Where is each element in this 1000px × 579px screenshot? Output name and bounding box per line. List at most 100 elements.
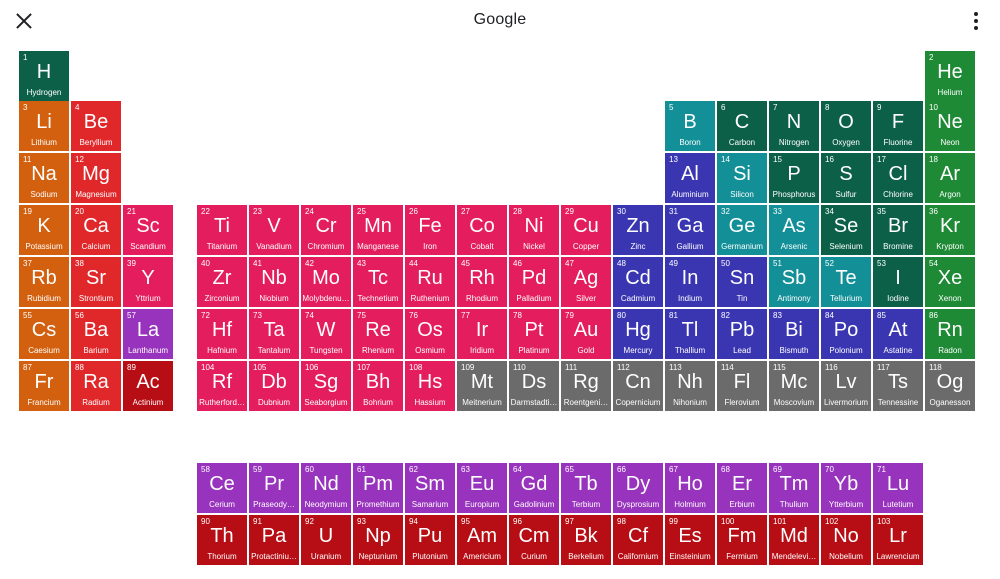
element-tile-roentgeni[interactable]: 111 Rg Roentgeni… [561,361,611,411]
element-tile-titanium[interactable]: 22 Ti Titanium [197,205,247,255]
element-tile-germanium[interactable]: 32 Ge Germanium [717,205,767,255]
element-tile-iodine[interactable]: 53 I Iodine [873,257,923,307]
element-tile-krypton[interactable]: 36 Kr Krypton [925,205,975,255]
element-tile-molybdenu[interactable]: 42 Mo Molybdenu… [301,257,351,307]
element-tile-lutetium[interactable]: 71 Lu Lutetium [873,463,923,513]
element-tile-phosphorus[interactable]: 15 P Phosphorus [769,153,819,203]
element-tile-arsenic[interactable]: 33 As Arsenic [769,205,819,255]
element-tile-lawrencium[interactable]: 103 Lr Lawrencium [873,515,923,565]
element-tile-mercury[interactable]: 80 Hg Mercury [613,309,663,359]
element-tile-silver[interactable]: 47 Ag Silver [561,257,611,307]
element-tile-magnesium[interactable]: 12 Mg Magnesium [71,153,121,203]
element-tile-hassium[interactable]: 108 Hs Hassium [405,361,455,411]
element-tile-zinc[interactable]: 30 Zn Zinc [613,205,663,255]
element-tile-neon[interactable]: 10 Ne Neon [925,101,975,151]
element-tile-lanthanum[interactable]: 57 La Lanthanum [123,309,173,359]
element-tile-radium[interactable]: 88 Ra Radium [71,361,121,411]
element-tile-sodium[interactable]: 11 Na Sodium [19,153,69,203]
element-tile-dysprosium[interactable]: 66 Dy Dysprosium [613,463,663,513]
element-tile-lead[interactable]: 82 Pb Lead [717,309,767,359]
element-tile-fluorine[interactable]: 9 F Fluorine [873,101,923,151]
element-tile-iron[interactable]: 26 Fe Iron [405,205,455,255]
element-tile-tin[interactable]: 50 Sn Tin [717,257,767,307]
element-tile-calcium[interactable]: 20 Ca Calcium [71,205,121,255]
element-tile-potassium[interactable]: 19 K Potassium [19,205,69,255]
element-tile-strontium[interactable]: 38 Sr Strontium [71,257,121,307]
element-tile-zirconium[interactable]: 40 Zr Zirconium [197,257,247,307]
element-tile-silicon[interactable]: 14 Si Silicon [717,153,767,203]
element-tile-curium[interactable]: 96 Cm Curium [509,515,559,565]
element-tile-francium[interactable]: 87 Fr Francium [19,361,69,411]
element-tile-astatine[interactable]: 85 At Astatine [873,309,923,359]
element-tile-gold[interactable]: 79 Au Gold [561,309,611,359]
element-tile-tantalum[interactable]: 73 Ta Tantalum [249,309,299,359]
element-tile-antimony[interactable]: 51 Sb Antimony [769,257,819,307]
element-tile-aluminium[interactable]: 13 Al Aluminium [665,153,715,203]
element-tile-cadmium[interactable]: 48 Cd Cadmium [613,257,663,307]
element-tile-oxygen[interactable]: 8 O Oxygen [821,101,871,151]
element-tile-indium[interactable]: 49 In Indium [665,257,715,307]
element-tile-copper[interactable]: 29 Cu Copper [561,205,611,255]
element-tile-bismuth[interactable]: 83 Bi Bismuth [769,309,819,359]
element-tile-cobalt[interactable]: 27 Co Cobalt [457,205,507,255]
element-tile-rhenium[interactable]: 75 Re Rhenium [353,309,403,359]
element-tile-sulfur[interactable]: 16 S Sulfur [821,153,871,203]
element-tile-thorium[interactable]: 90 Th Thorium [197,515,247,565]
element-tile-promethium[interactable]: 61 Pm Promethium [353,463,403,513]
element-tile-tennessine[interactable]: 117 Ts Tennessine [873,361,923,411]
element-tile-polonium[interactable]: 84 Po Polonium [821,309,871,359]
element-tile-oganesson[interactable]: 118 Og Oganesson [925,361,975,411]
element-tile-palladium[interactable]: 46 Pd Palladium [509,257,559,307]
element-tile-technetium[interactable]: 43 Tc Technetium [353,257,403,307]
element-tile-nitrogen[interactable]: 7 N Nitrogen [769,101,819,151]
element-tile-boron[interactable]: 5 B Boron [665,101,715,151]
element-tile-dubnium[interactable]: 105 Db Dubnium [249,361,299,411]
element-tile-erbium[interactable]: 68 Er Erbium [717,463,767,513]
element-tile-chromium[interactable]: 24 Cr Chromium [301,205,351,255]
element-tile-xenon[interactable]: 54 Xe Xenon [925,257,975,307]
element-tile-livermorium[interactable]: 116 Lv Livermorium [821,361,871,411]
element-tile-rhodium[interactable]: 45 Rh Rhodium [457,257,507,307]
element-tile-copernicium[interactable]: 112 Cn Copernicium [613,361,663,411]
element-tile-americium[interactable]: 95 Am Americium [457,515,507,565]
element-tile-ruthenium[interactable]: 44 Ru Ruthenium [405,257,455,307]
element-tile-neptunium[interactable]: 93 Np Neptunium [353,515,403,565]
element-tile-chlorine[interactable]: 17 Cl Chlorine [873,153,923,203]
element-tile-cerium[interactable]: 58 Ce Cerium [197,463,247,513]
element-tile-mendelevi[interactable]: 101 Md Mendelevi… [769,515,819,565]
element-tile-berkelium[interactable]: 97 Bk Berkelium [561,515,611,565]
element-tile-thulium[interactable]: 69 Tm Thulium [769,463,819,513]
element-tile-beryllium[interactable]: 4 Be Beryllium [71,101,121,151]
element-tile-flerovium[interactable]: 114 Fl Flerovium [717,361,767,411]
element-tile-nihonium[interactable]: 113 Nh Nihonium [665,361,715,411]
element-tile-barium[interactable]: 56 Ba Barium [71,309,121,359]
element-tile-einsteinium[interactable]: 99 Es Einsteinium [665,515,715,565]
element-tile-darmstadti[interactable]: 110 Ds Darmstadti… [509,361,559,411]
element-tile-europium[interactable]: 63 Eu Europium [457,463,507,513]
element-tile-tungsten[interactable]: 74 W Tungsten [301,309,351,359]
element-tile-hydrogen[interactable]: 1 H Hydrogen [19,51,69,101]
element-tile-argon[interactable]: 18 Ar Argon [925,153,975,203]
element-tile-osmium[interactable]: 76 Os Osmium [405,309,455,359]
element-tile-gallium[interactable]: 31 Ga Gallium [665,205,715,255]
element-tile-gadolinium[interactable]: 64 Gd Gadolinium [509,463,559,513]
element-tile-californium[interactable]: 98 Cf Californium [613,515,663,565]
element-tile-samarium[interactable]: 62 Sm Samarium [405,463,455,513]
element-tile-hafnium[interactable]: 72 Hf Hafnium [197,309,247,359]
element-tile-rubidium[interactable]: 37 Rb Rubidium [19,257,69,307]
element-tile-bohrium[interactable]: 107 Bh Bohrium [353,361,403,411]
element-tile-iridium[interactable]: 77 Ir Iridium [457,309,507,359]
element-tile-meitnerium[interactable]: 109 Mt Meitnerium [457,361,507,411]
element-tile-seaborgium[interactable]: 106 Sg Seaborgium [301,361,351,411]
element-tile-nobelium[interactable]: 102 No Nobelium [821,515,871,565]
element-tile-yttrium[interactable]: 39 Y Yttrium [123,257,173,307]
element-tile-terbium[interactable]: 65 Tb Terbium [561,463,611,513]
element-tile-neodymium[interactable]: 60 Nd Neodymium [301,463,351,513]
element-tile-carbon[interactable]: 6 C Carbon [717,101,767,151]
element-tile-actinium[interactable]: 89 Ac Actinium [123,361,173,411]
element-tile-ytterbium[interactable]: 70 Yb Ytterbium [821,463,871,513]
element-tile-protactiniu[interactable]: 91 Pa Protactiniu… [249,515,299,565]
element-tile-rutherford[interactable]: 104 Rf Rutherford… [197,361,247,411]
element-tile-plutonium[interactable]: 94 Pu Plutonium [405,515,455,565]
element-tile-scandium[interactable]: 21 Sc Scandium [123,205,173,255]
